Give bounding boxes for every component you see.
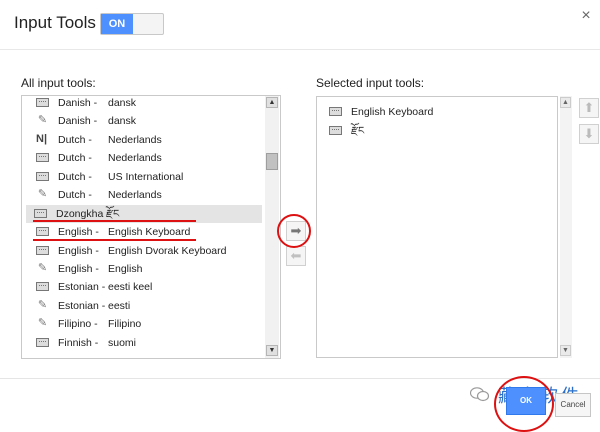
item-name: Nederlands [108, 189, 162, 201]
pencil-icon: ✎ [37, 299, 48, 311]
list-item[interactable]: ✎ Estonian - eesti [28, 297, 262, 315]
list-item[interactable]: ✎ English - English [28, 260, 262, 278]
keyboard-icon [329, 126, 342, 135]
keyboard-icon [36, 227, 49, 236]
item-language: Finnish - [58, 337, 99, 349]
list-item[interactable]: Estonian - eesti keel [28, 278, 262, 296]
move-up-button[interactable]: ⬆ [579, 98, 599, 118]
item-name: suomi [108, 337, 137, 349]
item-language: Filipino - [58, 318, 98, 330]
selected-item[interactable]: English Keyboard [323, 103, 557, 121]
item-name: English [108, 263, 143, 275]
selected-input-tools-label: Selected input tools: [316, 76, 425, 90]
scroll-thumb[interactable] [266, 153, 278, 170]
selected-input-tools-list[interactable]: English Keyboard རྫོང [316, 96, 558, 358]
dialog-title: Input Tools [14, 13, 96, 32]
list-item[interactable]: Dutch - Nederlands [28, 149, 262, 167]
annotation-underline [33, 220, 196, 222]
item-language: English - [58, 245, 99, 257]
pencil-icon: ✎ [37, 317, 48, 329]
item-language: Dutch - [58, 171, 92, 183]
list-item[interactable]: Finnish - suomi [28, 334, 262, 352]
move-down-button[interactable]: ⬇ [579, 124, 599, 144]
cancel-button[interactable]: Cancel [555, 393, 591, 417]
list-item[interactable]: ✎ Dutch - Nederlands [28, 186, 262, 204]
item-language: Estonian - [58, 281, 106, 293]
list-item[interactable]: Danish - dansk [28, 96, 262, 112]
item-name: Nederlands [108, 134, 162, 146]
header-divider [0, 49, 600, 50]
keyboard-icon [36, 282, 49, 291]
item-language: Estonian - [58, 300, 106, 312]
pencil-icon: ✎ [37, 262, 48, 274]
selected-item-name: རྫོང [351, 125, 365, 137]
pencil-icon: ✎ [37, 188, 48, 200]
annotation-circle [277, 214, 311, 248]
item-name: eesti keel [108, 281, 153, 293]
item-name: US International [108, 171, 184, 183]
keyboard-icon [34, 209, 47, 218]
item-name: dansk [108, 97, 137, 109]
keyboard-icon [36, 153, 49, 162]
selected-list-scrollbar[interactable]: ▲ ▼ [560, 96, 572, 358]
wechat-logo-icon [469, 387, 490, 402]
keyboard-icon [36, 98, 49, 107]
item-name: English Dvorak Keyboard [108, 245, 227, 257]
list-item[interactable]: English - English Dvorak Keyboard [28, 242, 262, 260]
scroll-down-arrow-icon[interactable]: ▼ [560, 345, 571, 356]
keyboard-icon [36, 172, 49, 181]
scroll-up-arrow-icon[interactable]: ▲ [560, 97, 571, 108]
input-tools-toggle[interactable]: ON [100, 13, 164, 35]
annotation-circle [494, 376, 554, 432]
item-name: Filipino [108, 318, 142, 330]
list-item[interactable]: Dutch - US International [28, 168, 262, 186]
keyboard-icon [36, 246, 49, 255]
scroll-up-arrow-icon[interactable]: ▲ [266, 97, 278, 108]
item-language: Danish - [58, 115, 98, 127]
item-language: Dutch - [58, 152, 92, 164]
scroll-down-arrow-icon[interactable]: ▼ [266, 345, 278, 356]
item-language: Danish - [58, 97, 98, 109]
selected-item[interactable]: རྫོང [323, 122, 557, 140]
pencil-icon: ✎ [37, 114, 48, 126]
list-item[interactable]: N| Dutch - Nederlands [28, 131, 262, 149]
list-item[interactable]: ✎ Filipino - Filipino [28, 315, 262, 333]
item-name: Nederlands [108, 152, 162, 164]
item-language: Dutch - [58, 189, 92, 201]
annotation-underline [33, 239, 196, 241]
keyboard-icon [36, 338, 49, 347]
all-input-tools-label: All input tools: [21, 76, 96, 90]
bars-icon: N| [36, 133, 48, 145]
item-name: eesti [108, 300, 131, 312]
keyboard-icon [329, 107, 342, 116]
close-icon[interactable]: × [578, 8, 594, 24]
all-input-tools-list[interactable]: Danish - dansk ✎ Danish - dansk N| Dutch… [21, 95, 281, 359]
toggle-on-label: ON [101, 14, 133, 34]
selected-item-name: English Keyboard [351, 106, 434, 118]
remove-from-selected-button[interactable]: ⬅ [286, 246, 306, 266]
item-language: English - [58, 263, 99, 275]
item-language: Dutch - [58, 134, 92, 146]
list-item[interactable]: ✎ Danish - dansk [28, 112, 262, 130]
item-name: dansk [108, 115, 137, 127]
